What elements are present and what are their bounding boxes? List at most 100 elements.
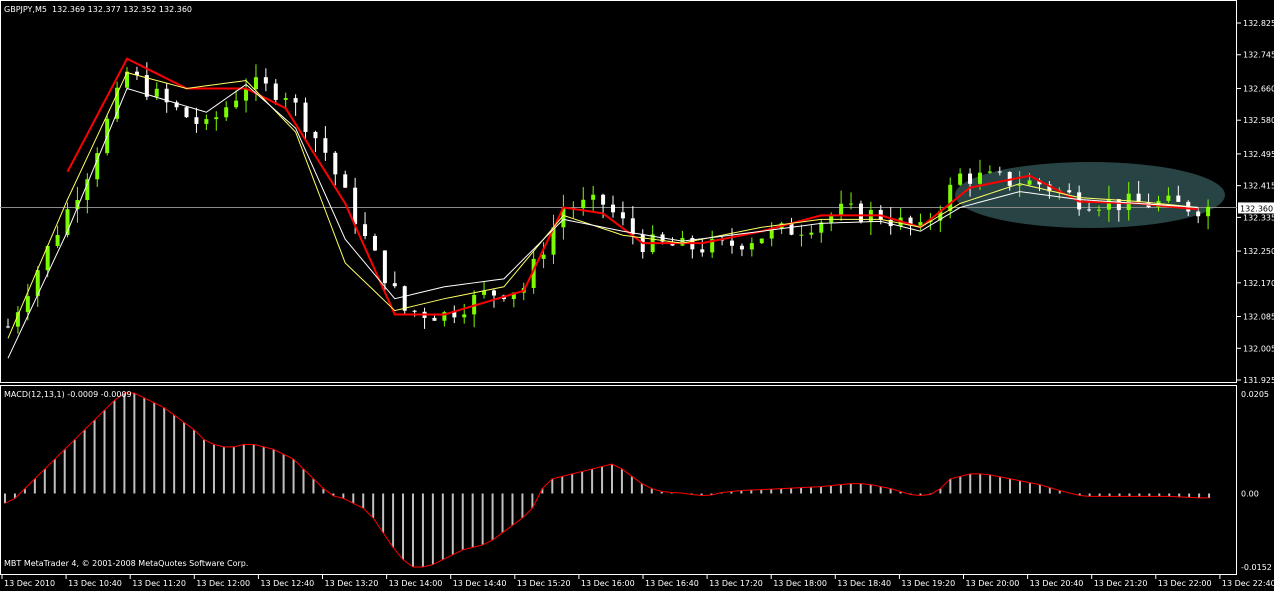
time-tick-label: 13 Dec 12:40 <box>260 579 314 588</box>
price-tick-label: 132.085 <box>1243 313 1274 322</box>
macd-label: MACD(12,13,1) -0.0009 -0.0009 <box>4 390 132 399</box>
candle-body <box>630 218 635 235</box>
time-tick-label: 13 Dec 18:00 <box>773 579 827 588</box>
candle-body <box>700 249 705 253</box>
candle-body <box>739 245 744 250</box>
candle-body <box>372 236 377 251</box>
candle-body <box>402 286 407 311</box>
candle-body <box>799 234 804 236</box>
candle-body <box>115 87 120 119</box>
time-tick-label: 13 Dec 22:40 <box>1222 579 1274 588</box>
candle-body <box>839 203 844 216</box>
candle-body <box>680 238 685 246</box>
price-tick-label: 131.925 <box>1243 376 1274 385</box>
ohlc-label: 132.369 132.377 132.352 132.360 <box>52 5 193 14</box>
candle-body <box>977 172 982 184</box>
price-tick-label: 132.170 <box>1243 279 1274 288</box>
candle-body <box>353 187 358 225</box>
candle-body <box>392 283 397 287</box>
candle-body <box>968 173 973 184</box>
symbol-label: GBPJPY,M5 <box>4 5 47 14</box>
candle-body <box>958 173 963 185</box>
candle-body <box>789 223 794 235</box>
macd-tick-label: -0.0152 <box>1241 563 1272 572</box>
candle-body <box>273 83 278 100</box>
price-tick-label: 132.415 <box>1243 182 1274 191</box>
candle-body <box>1106 199 1111 210</box>
price-tick-label: 132.580 <box>1243 116 1274 125</box>
candle-body <box>462 314 467 318</box>
candle-body <box>1136 193 1141 203</box>
candle-body <box>1196 211 1201 217</box>
candle-body <box>244 89 249 101</box>
candle-body <box>263 77 268 84</box>
time-tick-label: 13 Dec 12:00 <box>196 579 250 588</box>
price-tick-label: 132.335 <box>1243 213 1274 222</box>
time-tick-label: 13 Dec 16:40 <box>645 579 699 588</box>
candle-body <box>1067 190 1072 193</box>
candle-body <box>6 326 10 328</box>
candle-body <box>323 138 328 153</box>
candle-body <box>1126 193 1131 211</box>
candle-body <box>333 152 338 175</box>
candle-body <box>997 171 1002 173</box>
time-tick-label: 13 Dec 15:20 <box>517 579 571 588</box>
macd-tick-label: 0.0205 <box>1241 390 1269 399</box>
candle-body <box>214 117 219 120</box>
copyright-text: MBT MetaTrader 4, © 2001-2008 MetaQuotes… <box>4 559 249 568</box>
time-tick-label: 13 Dec 11:20 <box>132 579 186 588</box>
candle-body <box>432 317 437 321</box>
candle-body <box>234 100 239 108</box>
price-axis: 132.825 132.745 132.660 132.580 132.495 132.4… <box>1237 19 1274 385</box>
time-tick-label: 13 Dec 16:00 <box>581 579 635 588</box>
time-tick-label: 13 Dec 14:00 <box>389 579 443 588</box>
candle-body <box>1027 180 1032 185</box>
macd-panel-frame <box>0 385 1237 575</box>
candle-body <box>601 194 606 205</box>
chart-canvas[interactable]: 132.825 132.745 132.660 132.580 132.495 132.4… <box>0 0 1274 591</box>
candle-body <box>591 194 596 200</box>
time-tick-label: 13 Dec 20:00 <box>966 579 1020 588</box>
macd-axis: 0.0205 0.00 -0.0152 <box>1241 390 1272 572</box>
candle-body <box>581 199 586 209</box>
candle-body <box>412 310 417 312</box>
candle-body <box>293 98 298 103</box>
candle-body <box>154 88 159 97</box>
candle-body <box>125 71 130 88</box>
candle-body <box>849 203 854 205</box>
candle-body <box>491 290 496 296</box>
candle-body <box>224 107 229 118</box>
candle-body <box>343 174 348 188</box>
candle-body <box>25 296 30 313</box>
candle-body <box>809 232 814 235</box>
candle-body <box>283 98 288 100</box>
candle-body <box>987 171 992 173</box>
candle-body <box>611 204 615 213</box>
candle-body <box>382 250 387 284</box>
price-tick-label: 132.745 <box>1243 51 1274 60</box>
candle-body <box>194 117 199 124</box>
time-tick-label: 13 Dec 13:20 <box>325 579 379 588</box>
time-tick-label: 13 Dec 2010 <box>4 579 55 588</box>
candle-body <box>1166 195 1171 201</box>
candle-body <box>1087 209 1092 211</box>
price-tick-label: 132.005 <box>1243 344 1274 353</box>
price-tick-label: 132.825 <box>1243 19 1274 28</box>
candle-body <box>1176 195 1181 202</box>
macd-signal-line <box>4 392 1210 568</box>
time-tick-label: 13 Dec 17:20 <box>709 579 763 588</box>
candle-body <box>1017 184 1022 186</box>
time-tick-label: 13 Dec 21:20 <box>1094 579 1148 588</box>
time-tick-label: 13 Dec 18:40 <box>837 579 891 588</box>
highlight-ellipse-group <box>955 162 1225 228</box>
candle-body <box>759 238 764 244</box>
price-tick-label: 132.495 <box>1243 150 1274 159</box>
macd-histogram <box>4 393 1211 568</box>
candle-body <box>55 235 60 246</box>
candle-body <box>313 131 318 139</box>
candle-body <box>1096 209 1101 211</box>
candle-body <box>541 254 546 259</box>
candle-body <box>363 224 368 237</box>
candle-body <box>253 77 258 90</box>
highlight-ellipse <box>955 162 1225 228</box>
